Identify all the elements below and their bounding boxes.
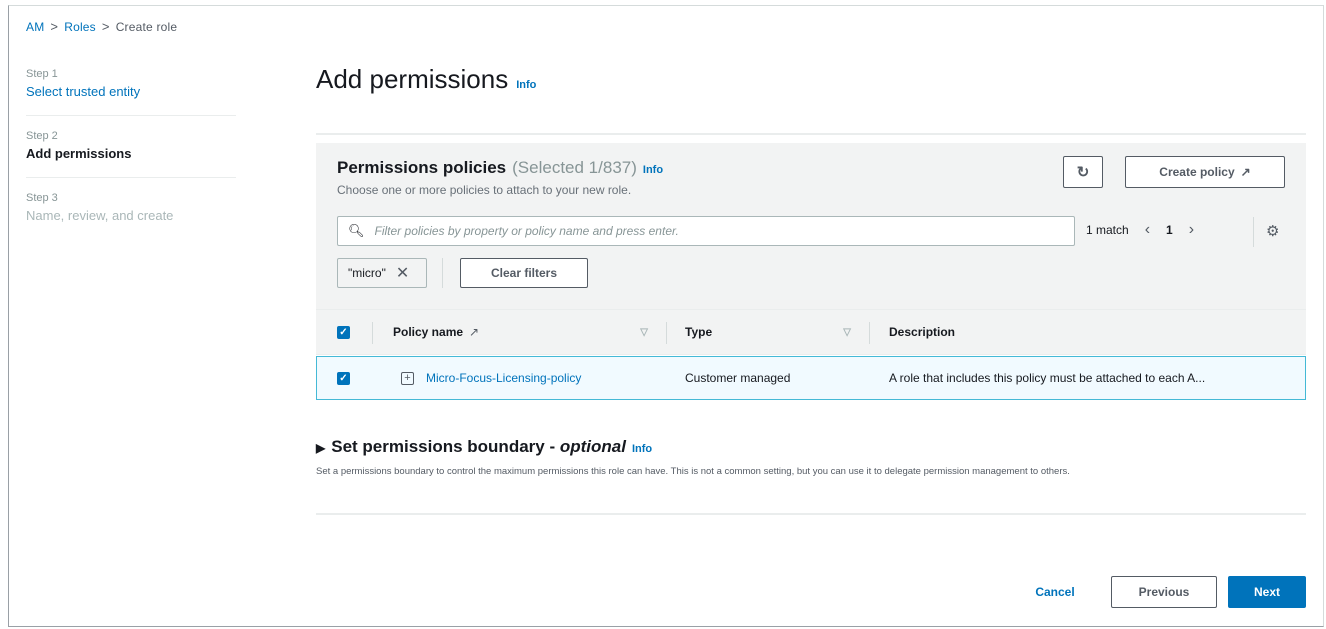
- page-title-text: Add permissions: [316, 64, 509, 94]
- refresh-icon: ↻: [1076, 164, 1090, 181]
- policy-name-cell: + Micro-Focus-Licensing-policy: [401, 357, 581, 399]
- pagination: 1 match ‹ 1 ›: [1086, 221, 1194, 239]
- step-number: Step 1: [26, 68, 58, 80]
- filter-token: "micro" ✕: [337, 258, 427, 288]
- description-cell: A role that includes this policy must be…: [889, 371, 1206, 385]
- divider: [316, 513, 1306, 515]
- expand-icon[interactable]: +: [401, 371, 414, 385]
- select-all-checkbox[interactable]: ✓: [337, 310, 350, 354]
- boundary-title-text: Set permissions boundary -: [331, 437, 560, 456]
- refresh-button[interactable]: ↻: [1063, 156, 1103, 188]
- filter-token-label: "micro": [348, 266, 386, 280]
- breadcrumb: AM > Roles > Create role: [26, 19, 177, 34]
- column-label: Policy name: [393, 325, 464, 339]
- column-header-policy-name[interactable]: Policy name ↗ ▽: [393, 310, 648, 354]
- step-2: Step 2 Add permissions: [26, 130, 236, 178]
- external-link-icon: ↗: [1240, 165, 1251, 179]
- info-link[interactable]: Info: [516, 79, 536, 91]
- type-cell: Customer managed: [685, 371, 791, 385]
- page-title: Add permissions Info: [316, 64, 536, 95]
- previous-button[interactable]: Previous: [1111, 576, 1217, 608]
- step-number: Step 2: [26, 130, 58, 142]
- boundary-toggle[interactable]: ▶ Set permissions boundary - optional In…: [316, 437, 1306, 457]
- breadcrumb-roles[interactable]: Roles: [64, 20, 96, 34]
- column-label: Description: [889, 325, 956, 339]
- step-1-link[interactable]: Select trusted entity: [26, 84, 236, 99]
- optional-label: optional: [559, 437, 626, 456]
- panel-header: Permissions policies (Selected 1/837) In…: [316, 143, 1306, 309]
- column-header-description: Description: [889, 310, 955, 354]
- search-icon: 🔍︎: [348, 223, 365, 238]
- boundary-title: Set permissions boundary - optional: [331, 437, 626, 457]
- search-field: 🔍︎: [337, 216, 1075, 246]
- column-header-type[interactable]: Type ▽: [685, 310, 851, 354]
- table-row[interactable]: ✓ + Micro-Focus-Licensing-policy Custome…: [316, 356, 1306, 400]
- panel-description: Choose one or more policies to attach to…: [337, 183, 632, 197]
- divider: [316, 133, 1306, 135]
- checkbox-checked-icon: ✓: [337, 371, 350, 385]
- breadcrumb-separator-icon: >: [50, 19, 59, 34]
- step-number: Step 3: [26, 192, 58, 204]
- sort-icon: ▽: [640, 326, 648, 338]
- external-link-icon: ↗: [469, 325, 480, 339]
- sort-icon: ▽: [843, 326, 851, 338]
- gear-icon[interactable]: ⚙: [1266, 222, 1279, 240]
- caret-right-icon: ▶: [316, 441, 326, 455]
- row-checkbox[interactable]: ✓: [337, 357, 350, 399]
- breadcrumb-separator-icon: >: [101, 19, 110, 34]
- chevron-left-icon[interactable]: ‹: [1145, 221, 1150, 239]
- info-link[interactable]: Info: [643, 164, 663, 176]
- create-policy-button[interactable]: Create policy ↗: [1125, 156, 1285, 188]
- boundary-description: Set a permissions boundary to control th…: [316, 466, 1070, 477]
- breadcrumb-iam[interactable]: AM: [26, 20, 44, 34]
- permissions-boundary-section: ▶ Set permissions boundary - optional In…: [316, 437, 1306, 479]
- chevron-right-icon[interactable]: ›: [1189, 221, 1194, 239]
- permissions-policies-panel: Permissions policies (Selected 1/837) In…: [316, 143, 1306, 401]
- wizard-steps: Step 1 Select trusted entity Step 2 Add …: [26, 68, 236, 253]
- column-label: Type: [685, 325, 713, 339]
- step-3: Step 3 Name, review, and create: [26, 192, 236, 239]
- checkbox-checked-icon: ✓: [337, 325, 350, 339]
- clear-filters-button[interactable]: Clear filters: [460, 258, 588, 288]
- step-2-label: Add permissions: [26, 146, 132, 161]
- divider: [1253, 217, 1254, 247]
- match-count: 1 match: [1086, 223, 1129, 237]
- step-3-label: Name, review, and create: [26, 208, 174, 223]
- policy-name-link[interactable]: Micro-Focus-Licensing-policy: [426, 371, 581, 385]
- column-divider: [869, 322, 870, 344]
- step-1: Step 1 Select trusted entity: [26, 68, 236, 116]
- close-icon[interactable]: ✕: [396, 263, 409, 283]
- create-policy-label: Create policy: [1159, 165, 1235, 179]
- column-divider: [372, 322, 373, 344]
- page-number[interactable]: 1: [1166, 223, 1173, 237]
- panel-title-text: Permissions policies: [337, 158, 507, 177]
- next-button[interactable]: Next: [1228, 576, 1306, 608]
- panel-title: Permissions policies (Selected 1/837) In…: [337, 158, 663, 178]
- selected-count: (Selected 1/837): [512, 158, 637, 177]
- search-input[interactable]: [372, 223, 1074, 239]
- cancel-button[interactable]: Cancel: [1020, 576, 1090, 608]
- table-header: ✓ Policy name ↗ ▽ Type ▽ Description: [316, 309, 1306, 355]
- info-link[interactable]: Info: [632, 443, 652, 455]
- divider: [442, 258, 443, 288]
- breadcrumb-create-role: Create role: [115, 19, 178, 34]
- column-divider: [666, 322, 667, 344]
